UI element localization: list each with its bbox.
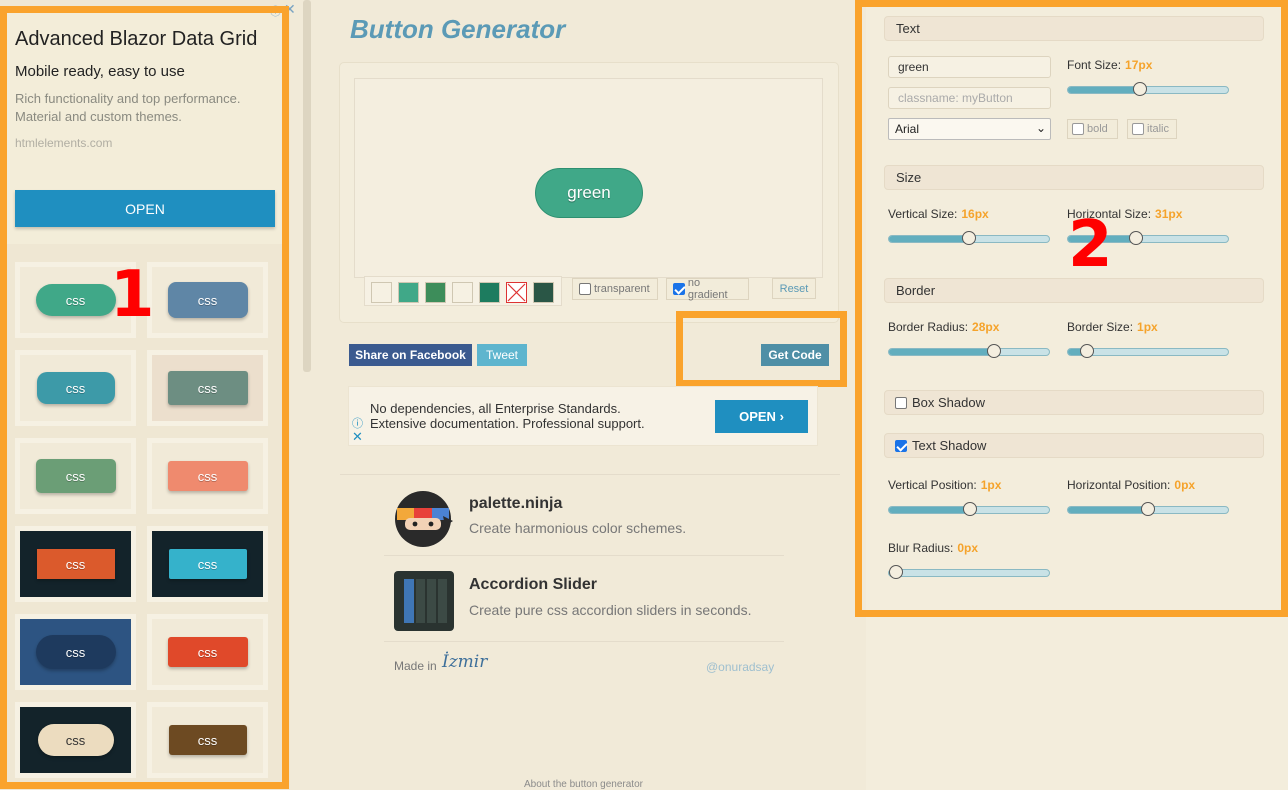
- made-in-label: Made in: [394, 659, 437, 673]
- color-swatch[interactable]: [398, 282, 419, 303]
- no-gradient-label: no gradient: [687, 277, 728, 301]
- transparent-label: transparent: [594, 283, 650, 295]
- accordion-slider-icon[interactable]: [394, 571, 454, 631]
- color-swatch[interactable]: [371, 282, 392, 303]
- reset-button[interactable]: Reset: [772, 278, 816, 299]
- promo-title-accordion-slider[interactable]: Accordion Slider: [469, 576, 597, 594]
- color-swatch[interactable]: [425, 282, 446, 303]
- text-ad-line-1: No dependencies, all Enterprise Standard…: [370, 401, 621, 416]
- izmir-logo: İzmir: [442, 652, 488, 672]
- text-ad-open-button[interactable]: OPEN ›: [715, 400, 808, 433]
- color-swatch[interactable]: [533, 282, 554, 303]
- divider: [384, 641, 784, 642]
- page-title: Button Generator: [350, 14, 566, 44]
- text-ad-line-2: Extensive documentation. Professional su…: [370, 416, 645, 431]
- center-scrollbar[interactable]: [303, 0, 311, 372]
- no-gradient-checkbox-box[interactable]: [673, 283, 685, 295]
- promo-desc-palette-ninja: Create harmonious color schemes.: [469, 520, 687, 536]
- promo-title-palette-ninja[interactable]: palette.ninja: [469, 495, 562, 513]
- promo-desc-accordion-slider: Create pure css accordion sliders in sec…: [469, 602, 752, 618]
- color-swatch[interactable]: [479, 282, 500, 303]
- transparent-checkbox[interactable]: transparent: [572, 278, 658, 300]
- divider: [340, 474, 840, 475]
- chevron-right-icon: ›: [779, 409, 784, 424]
- highlight-frame-settings: [855, 0, 1288, 617]
- author-handle[interactable]: @onuradsay: [706, 660, 774, 674]
- share-facebook-button[interactable]: Share on Facebook: [349, 344, 472, 366]
- highlight-frame-get-code: [676, 311, 847, 387]
- annotation-number-1: 1: [110, 258, 155, 332]
- divider: [384, 555, 784, 556]
- highlight-frame-gallery: [0, 6, 289, 789]
- preview-button[interactable]: green: [535, 168, 643, 218]
- about-link[interactable]: About the button generator: [524, 779, 643, 790]
- ad-close-icon[interactable]: ✕: [352, 429, 363, 445]
- transparent-checkbox-box[interactable]: [579, 283, 591, 295]
- tweet-button[interactable]: Tweet: [477, 344, 527, 366]
- text-ad-copy: No dependencies, all Enterprise Standard…: [370, 401, 645, 431]
- color-swatch[interactable]: [452, 282, 473, 303]
- annotation-number-2: 2: [1068, 208, 1113, 282]
- text-ad[interactable]: ⓘ ✕ No dependencies, all Enterprise Stan…: [348, 386, 818, 446]
- ninja-icon[interactable]: [393, 489, 453, 549]
- no-gradient-checkbox[interactable]: no gradient: [666, 277, 749, 301]
- text-ad-open-label: OPEN: [739, 409, 776, 424]
- no-color-swatch[interactable]: [506, 282, 527, 303]
